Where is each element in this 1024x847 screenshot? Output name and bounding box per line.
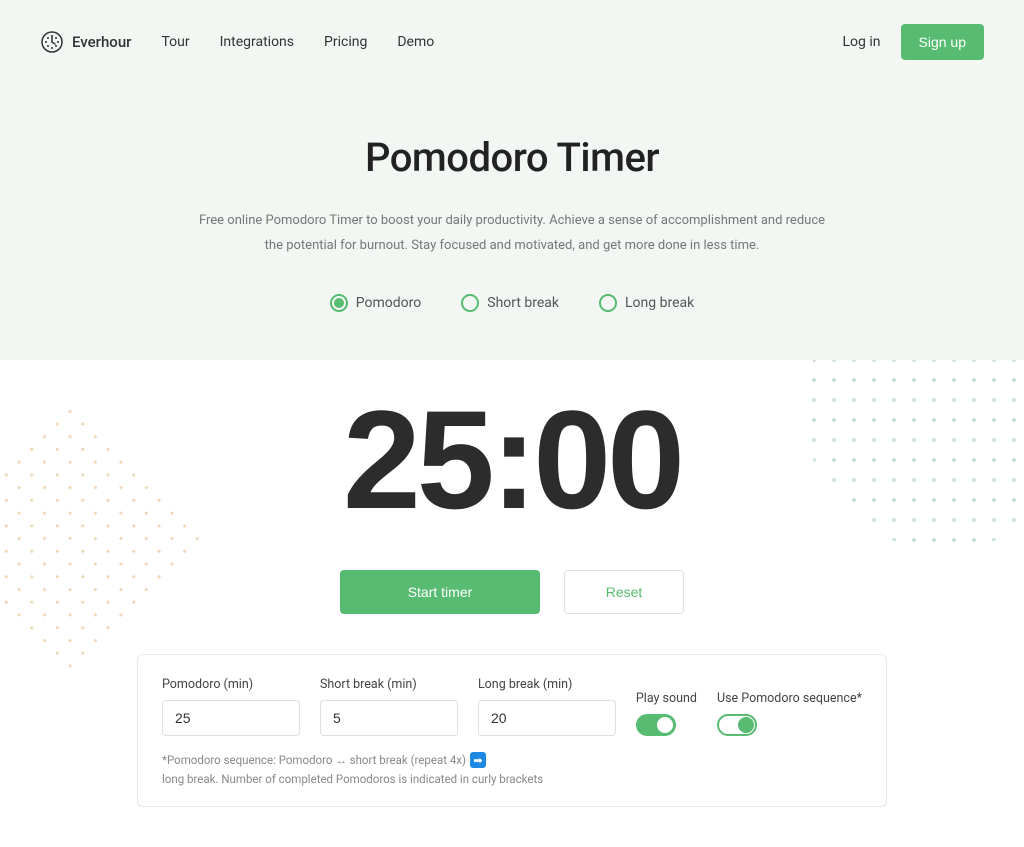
mode-pomodoro[interactable]: Pomodoro bbox=[330, 294, 421, 312]
signup-button[interactable]: Sign up bbox=[901, 24, 984, 60]
page-title: Pomodoro Timer bbox=[40, 134, 984, 181]
mode-label: Pomodoro bbox=[356, 295, 421, 311]
settings-footnote: *Pomodoro sequence: Pomodoro ↔ short bre… bbox=[162, 752, 862, 786]
short-break-label: Short break (min) bbox=[320, 677, 458, 692]
mode-long-break[interactable]: Long break bbox=[599, 294, 694, 312]
settings-row: Pomodoro (min) Short break (min) Long br… bbox=[162, 677, 862, 736]
long-break-label: Long break (min) bbox=[478, 677, 616, 692]
play-sound-label: Play sound bbox=[636, 691, 697, 706]
radio-icon bbox=[330, 294, 348, 312]
pomodoro-duration-setting: Pomodoro (min) bbox=[162, 677, 300, 736]
page-description: Free online Pomodoro Timer to boost your… bbox=[192, 209, 832, 258]
mode-selector: Pomodoro Short break Long break bbox=[40, 294, 984, 312]
nav-pricing[interactable]: Pricing bbox=[324, 34, 367, 50]
use-sequence-label: Use Pomodoro sequence* bbox=[717, 691, 862, 706]
reset-button[interactable]: Reset bbox=[564, 570, 684, 614]
use-sequence-toggle[interactable] bbox=[717, 714, 757, 736]
use-sequence-setting: Use Pomodoro sequence* bbox=[717, 691, 862, 736]
play-sound-setting: Play sound bbox=[636, 691, 697, 736]
footnote-prefix: *Pomodoro sequence: Pomodoro ↔ short bre… bbox=[162, 753, 466, 767]
mode-short-break[interactable]: Short break bbox=[461, 294, 559, 312]
brand-name: Everhour bbox=[72, 33, 131, 51]
header-left: Everhour Tour Integrations Pricing Demo bbox=[40, 30, 434, 54]
arrow-right-icon: ➡ bbox=[470, 752, 486, 768]
radio-icon bbox=[461, 294, 479, 312]
footnote-suffix: long break. Number of completed Pomodoro… bbox=[162, 772, 543, 786]
nav-integrations[interactable]: Integrations bbox=[220, 34, 294, 50]
long-break-duration-setting: Long break (min) bbox=[478, 677, 616, 736]
mode-label: Short break bbox=[487, 295, 559, 311]
mode-label: Long break bbox=[625, 295, 694, 311]
pomodoro-input[interactable] bbox=[162, 700, 300, 736]
short-break-duration-setting: Short break (min) bbox=[320, 677, 458, 736]
settings-panel: Pomodoro (min) Short break (min) Long br… bbox=[137, 654, 887, 807]
header-right: Log in Sign up bbox=[843, 24, 984, 60]
long-break-input[interactable] bbox=[478, 700, 616, 736]
play-sound-toggle[interactable] bbox=[636, 714, 676, 736]
timer-display: 25:00 bbox=[40, 390, 984, 530]
hero-section: Pomodoro Timer Free online Pomodoro Time… bbox=[0, 84, 1024, 360]
timer-controls: Start timer Reset bbox=[40, 570, 984, 614]
radio-icon bbox=[599, 294, 617, 312]
clock-icon bbox=[40, 30, 64, 54]
login-link[interactable]: Log in bbox=[843, 34, 881, 50]
brand-logo[interactable]: Everhour bbox=[40, 30, 131, 54]
start-timer-button[interactable]: Start timer bbox=[340, 570, 540, 614]
short-break-input[interactable] bbox=[320, 700, 458, 736]
pomodoro-label: Pomodoro (min) bbox=[162, 677, 300, 692]
top-header: Everhour Tour Integrations Pricing Demo … bbox=[0, 0, 1024, 84]
timer-section: 25:00 Start timer Reset Pomodoro (min) S… bbox=[0, 360, 1024, 847]
nav-demo[interactable]: Demo bbox=[397, 34, 434, 50]
nav-tour[interactable]: Tour bbox=[161, 34, 189, 50]
